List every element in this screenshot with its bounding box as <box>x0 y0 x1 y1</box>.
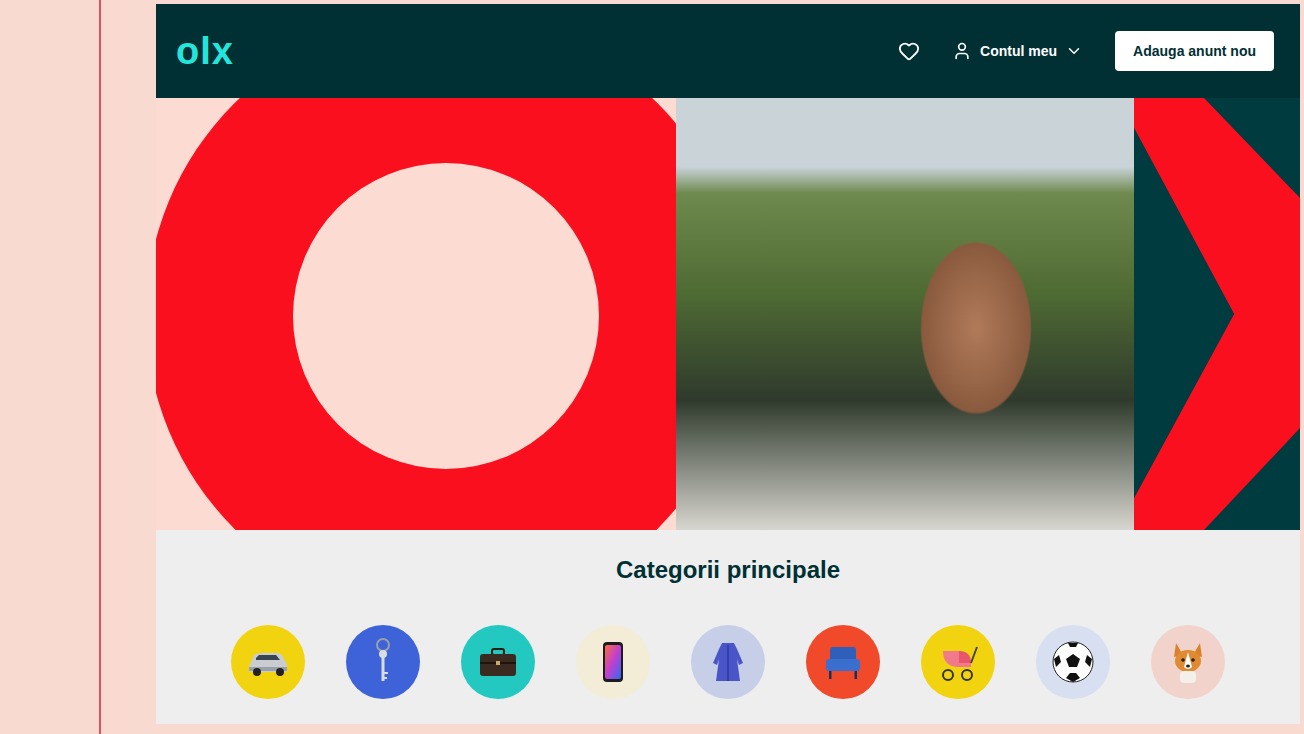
category-item[interactable] <box>806 625 880 699</box>
header-actions: Contul meu Adauga anunt nou <box>898 31 1274 71</box>
site-frame: olx Contul meu Adauga anunt nou Categorii p… <box>156 4 1300 724</box>
briefcase-icon <box>473 637 523 687</box>
phone-icon <box>588 637 638 687</box>
category-item[interactable] <box>691 625 765 699</box>
category-item[interactable] <box>461 625 535 699</box>
main-categories: Categorii principale <box>156 530 1300 724</box>
page: olx Contul meu Adauga anunt nou Categorii p… <box>0 0 1304 734</box>
categories-title: Categorii principale <box>616 556 840 584</box>
account-label: Contul meu <box>980 43 1057 59</box>
banner-photo <box>676 98 1134 530</box>
chevron-shape-icon <box>1134 98 1300 530</box>
left-gutter <box>0 0 156 734</box>
category-item[interactable] <box>921 625 995 699</box>
olx-logo[interactable]: olx <box>176 32 234 70</box>
chevron-down-icon <box>1065 42 1083 60</box>
user-icon <box>952 41 972 61</box>
category-row <box>231 625 1225 699</box>
category-item[interactable] <box>346 625 420 699</box>
chair-icon <box>818 637 868 687</box>
category-item[interactable] <box>576 625 650 699</box>
dress-icon <box>703 637 753 687</box>
heart-icon[interactable] <box>898 40 920 62</box>
key-icon <box>358 637 408 687</box>
stroller-icon <box>933 637 983 687</box>
category-item[interactable] <box>231 625 305 699</box>
chevron-graphic <box>1134 98 1300 530</box>
ring-graphic <box>156 98 676 530</box>
guide-line <box>0 0 101 734</box>
account-menu[interactable]: Contul meu <box>952 41 1083 61</box>
category-item[interactable] <box>1036 625 1110 699</box>
hero-banner <box>156 98 1300 530</box>
category-item[interactable] <box>1151 625 1225 699</box>
football-icon <box>1048 637 1098 687</box>
dog-icon <box>1163 637 1213 687</box>
car-icon <box>243 637 293 687</box>
header: olx Contul meu Adauga anunt nou <box>156 4 1300 98</box>
ring-icon <box>156 98 676 530</box>
post-ad-button[interactable]: Adauga anunt nou <box>1115 31 1274 71</box>
